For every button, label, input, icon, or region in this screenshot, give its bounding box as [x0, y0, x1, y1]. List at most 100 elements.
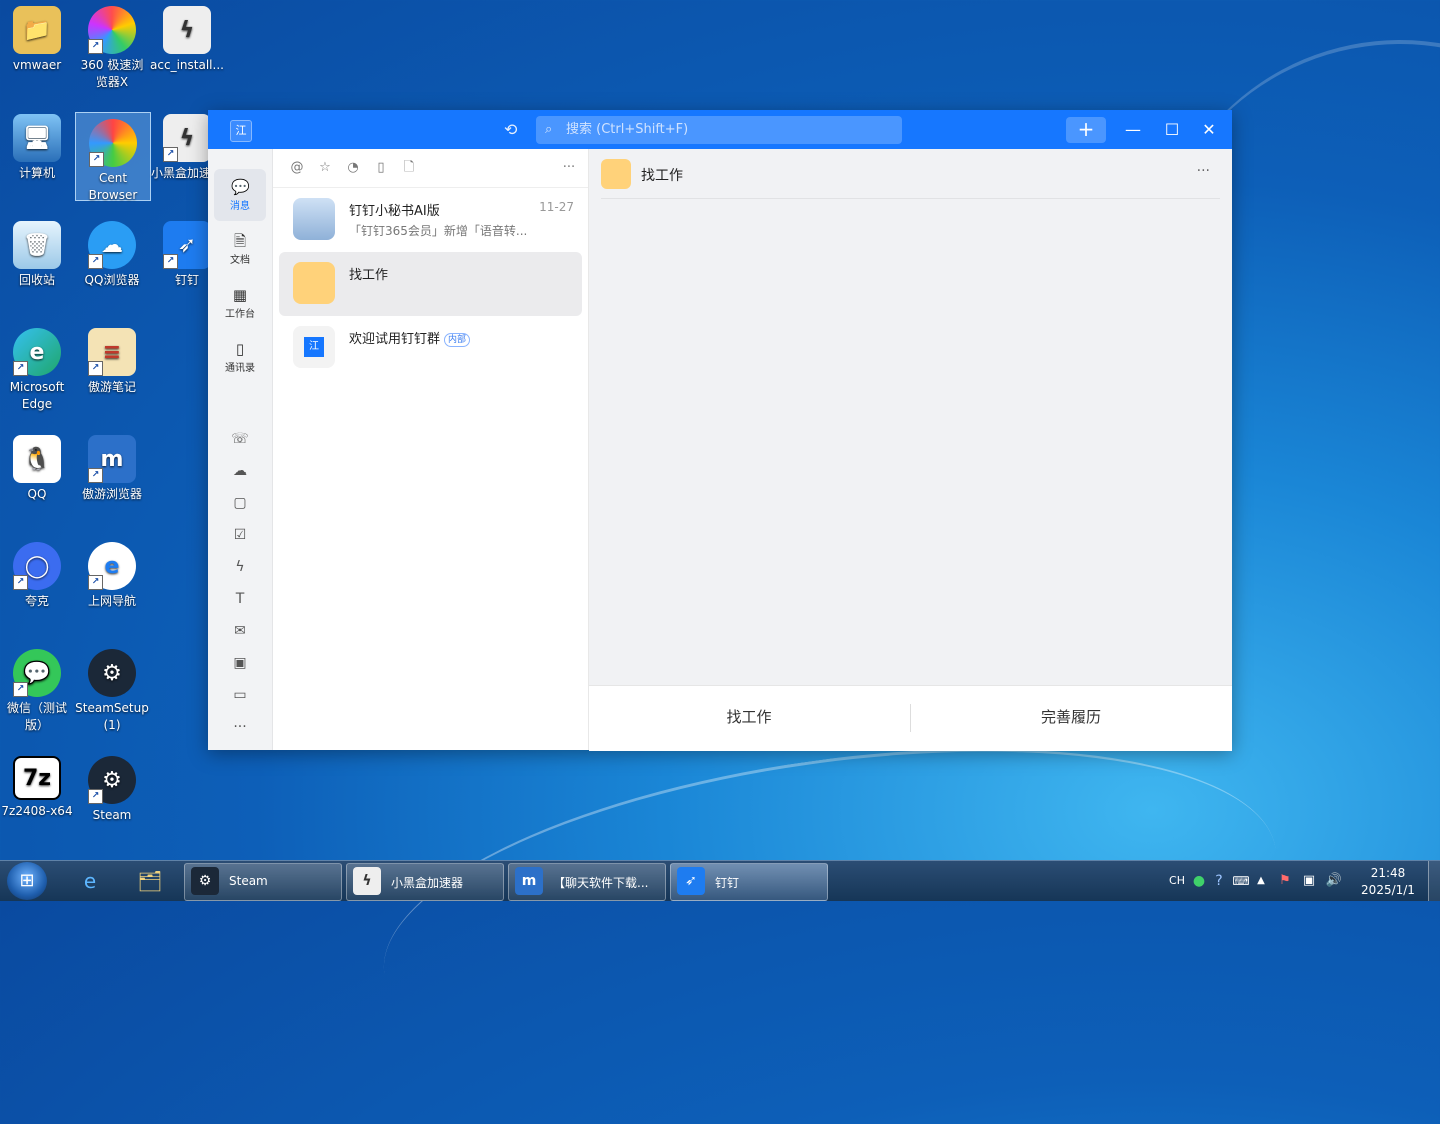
nav-documents[interactable]: 🗎 文档 [214, 223, 266, 275]
contacts-icon: ▯ [235, 340, 245, 358]
action-center-icon[interactable]: ⚑ [1275, 861, 1295, 901]
filter-bar: @ ☆ ◔ ▯ 🗋 ··· [273, 149, 588, 188]
task-steam[interactable]: ⚙ Steam [184, 863, 342, 901]
desktop-icon-maxthon-notes[interactable]: ≡ ↗ 傲游笔记 [75, 322, 149, 396]
edge-icon: e ↗ [13, 328, 61, 376]
filter-more-icon[interactable]: ··· [561, 160, 577, 176]
phone-icon[interactable]: ☏ [230, 429, 250, 449]
todo-icon[interactable]: ☑ [230, 525, 250, 545]
star-icon[interactable]: ☆ [317, 160, 333, 176]
clock[interactable]: 21:48 2025/1/1 [1348, 865, 1428, 899]
chat-more-button[interactable]: ··· [1197, 163, 1210, 179]
desktop-icon-quark[interactable]: ◯ ↗ 夸克 [0, 536, 74, 610]
desktop-icon-edge[interactable]: e ↗ Microsoft Edge [0, 322, 74, 413]
group-avatar: 江 [293, 326, 335, 368]
desktop-icon-computer[interactable]: 🖥 计算机 [0, 108, 74, 182]
task-dingtalk[interactable]: ➶ 钉钉 [670, 863, 828, 901]
7zip-icon: 7z [13, 756, 61, 800]
search-input[interactable]: ⌕ 搜索 (Ctrl+Shift+F) [536, 116, 902, 144]
conversation-item[interactable]: 江 欢迎试用钉钉群 内部 [279, 316, 582, 380]
task-maxthon[interactable]: m 【聊天软件下载... [508, 863, 666, 901]
find-job-button[interactable]: 找工作 [589, 686, 909, 751]
task-accelerator[interactable]: ϟ 小黑盒加速器 [346, 863, 504, 901]
add-button[interactable]: + [1066, 117, 1106, 143]
complete-resume-button[interactable]: 完善履历 [911, 686, 1231, 751]
group-avatar-badge: 江 [304, 337, 324, 357]
folder-user-icon: 📁 [13, 6, 61, 54]
start-button[interactable]: ⊞ [7, 862, 47, 900]
chat-title: 找工作 [641, 168, 683, 184]
conversation-preview: 「钉钉365会员」新增「语音转... [349, 224, 528, 238]
desktop-icon-acc-install[interactable]: ϟ acc_install... [150, 0, 224, 74]
desktop-icon-ie-nav[interactable]: e ↗ 上网导航 [75, 536, 149, 610]
conversation-item[interactable]: 钉钉小秘书AI版 11-27 「钉钉365会员」新增「语音转... [279, 188, 582, 252]
desktop-icon-qq-browser[interactable]: ☁ ↗ QQ浏览器 [75, 215, 149, 289]
network-icon[interactable]: ▣ [1299, 861, 1319, 901]
maxthon-icon: m [515, 867, 543, 895]
nav-messages[interactable]: 💬 消息 [214, 169, 266, 221]
browser-360-icon: ↗ [88, 6, 136, 54]
chat-avatar [601, 159, 631, 189]
internal-tag: 内部 [444, 333, 471, 347]
nav-contacts[interactable]: ▯ 通讯录 [214, 331, 266, 383]
conversation-time: 11-27 [539, 200, 574, 214]
desktop-icon-steam[interactable]: ⚙ ↗ Steam [75, 750, 149, 824]
at-icon[interactable]: @ [289, 160, 305, 176]
desktop-icon-steam-setup[interactable]: ⚙ SteamSetup (1) [75, 643, 149, 734]
chat-footer-menu: 找工作 完善履历 [589, 685, 1232, 751]
user-avatar[interactable]: 江 [230, 120, 252, 142]
maxthon-icon: m ↗ [88, 435, 136, 483]
mail-icon[interactable]: ✉ [230, 621, 250, 641]
history-icon[interactable]: ⟲ [504, 121, 522, 139]
wechat-icon: 💬 ↗ [13, 649, 61, 697]
minimize-button[interactable]: — [1122, 119, 1144, 141]
conversation-item-selected[interactable]: 找工作 [279, 252, 582, 316]
maximize-button[interactable]: ☐ [1161, 119, 1183, 141]
left-nav: 💬 消息 🗎 文档 ▦ 工作台 ▯ 通讯录 ☏ ☁ ▢ ☑ ϟ T ✉ ▣ ▭ … [208, 149, 273, 750]
calendar-icon[interactable]: ▢ [230, 493, 250, 513]
desktop-icon-vmwaer[interactable]: 📁 vmwaer [0, 0, 74, 74]
desktop-icon-recycle-bin[interactable]: 🗑 回收站 [0, 215, 74, 289]
show-hidden-icons[interactable]: ▲ [1253, 861, 1269, 901]
security-tray-icon[interactable]: ● [1190, 861, 1208, 901]
close-button[interactable]: ✕ [1198, 119, 1220, 141]
desktop-icon-qq[interactable]: 🐧 QQ [0, 429, 74, 503]
dingtalk-icon: ➶ [677, 867, 705, 895]
nav-workbench[interactable]: ▦ 工作台 [214, 277, 266, 329]
ie-icon: e ↗ [88, 542, 136, 590]
file-explorer-icon[interactable]: 🗂 [128, 863, 172, 899]
desktop-icon-maxthon[interactable]: m ↗ 傲游浏览器 [75, 429, 149, 503]
conversation-name: 钉钉小秘书AI版 [349, 204, 440, 219]
qq-penguin-icon: 🐧 [13, 435, 61, 483]
lightning-icon[interactable]: ϟ [230, 557, 250, 577]
quark-icon: ◯ ↗ [13, 542, 61, 590]
lightning-accelerator-icon: ϟ [353, 867, 381, 895]
lightning-shield-icon: ϟ [163, 6, 211, 54]
help-tray-icon[interactable]: ? [1210, 861, 1228, 901]
conversation-name: 欢迎试用钉钉群 内部 [349, 328, 471, 347]
desktop-icon-360-browser[interactable]: ↗ 360 极速浏览器X [75, 0, 149, 91]
dingtalk-icon: ➶ ↗ [163, 221, 211, 269]
desktop-icon-7zip[interactable]: 7z 7z2408-x64 [0, 750, 74, 820]
steam-icon: ⚙ ↗ [88, 756, 136, 804]
conversation-list: @ ☆ ◔ ▯ 🗋 ··· 钉钉小秘书AI版 11-27 「钉钉365会员」新增… [273, 149, 589, 750]
lightning-accelerator-icon: ϟ ↗ [163, 114, 211, 162]
clock-icon[interactable]: ◔ [345, 160, 361, 176]
message-icon: 💬 [231, 178, 250, 196]
desktop-icon-cent-browser[interactable]: ↗ Cent Browser [75, 112, 151, 202]
show-desktop-button[interactable] [1428, 861, 1440, 901]
file-icon[interactable]: 🗋 [401, 160, 417, 176]
cloud-icon[interactable]: ☁ [230, 461, 250, 481]
folder-icon[interactable]: ▭ [230, 685, 250, 705]
volume-icon[interactable]: 🔊 [1323, 861, 1345, 901]
input-tray-icon[interactable]: ⌨ [1232, 861, 1250, 901]
desktop-icon-wechat[interactable]: 💬 ↗ 微信（测试版） [0, 643, 74, 734]
notebook-icon[interactable]: ▣ [230, 653, 250, 673]
search-placeholder: 搜索 (Ctrl+Shift+F) [566, 122, 689, 137]
chat-header: 找工作 ··· [601, 149, 1220, 199]
input-language[interactable]: CH [1164, 861, 1190, 901]
ie-icon[interactable]: e [68, 863, 112, 899]
text-format-icon[interactable]: T [230, 589, 250, 609]
bookmark-icon[interactable]: ▯ [373, 160, 389, 176]
more-icon[interactable]: ··· [230, 717, 250, 737]
